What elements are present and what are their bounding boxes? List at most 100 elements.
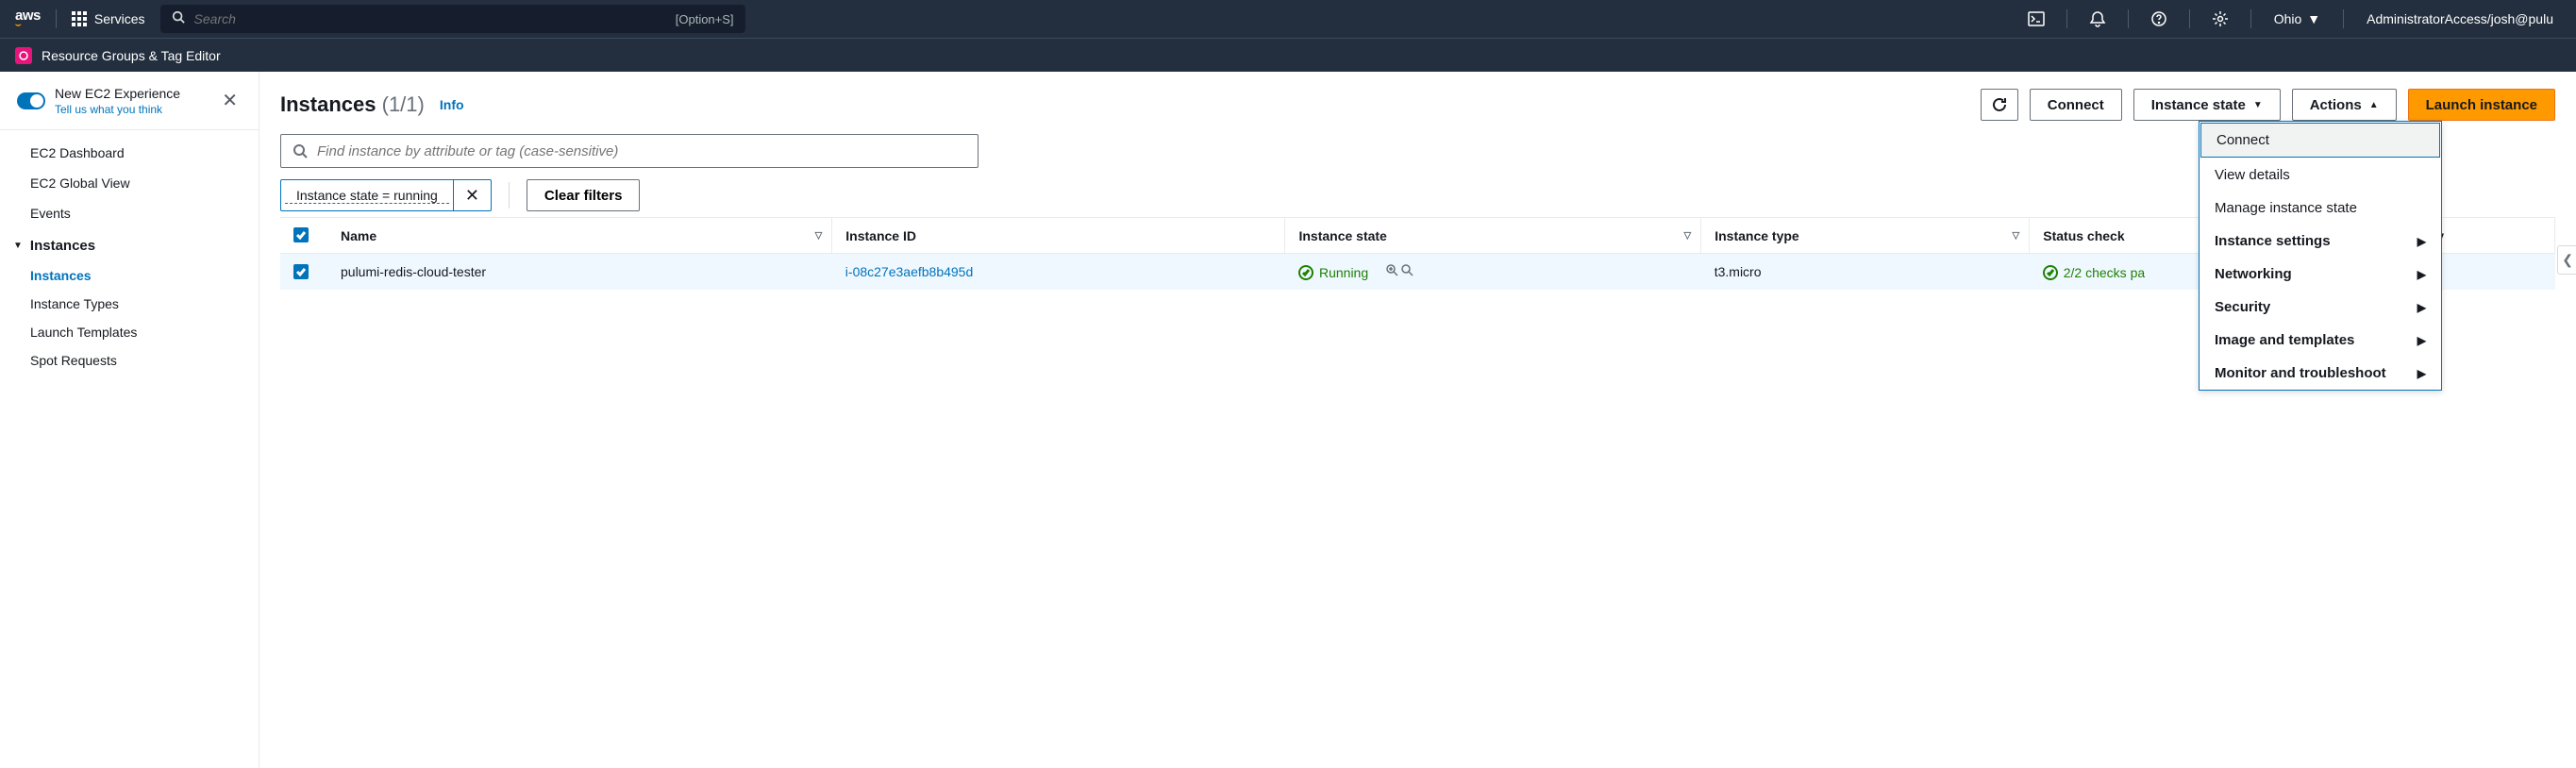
cell-instance-id[interactable]: i-08c27e3aefb8b495d [832,254,1285,291]
actions-menu: Connect View details Manage instance sta… [2199,121,2442,391]
region-selector[interactable]: Ohio ▼ [2267,11,2328,26]
new-exp-feedback-link[interactable]: Tell us what you think [55,103,180,116]
filter-chip: Instance state = running ✕ [280,179,492,211]
header-label: Name [341,228,376,243]
region-label: Ohio [2274,11,2302,26]
row-checkbox[interactable] [293,264,309,279]
clear-filters-button[interactable]: Clear filters [527,179,641,211]
resource-groups-icon [15,47,32,64]
instance-state-label: Instance state [2151,97,2246,113]
divider [2189,9,2190,28]
instance-state-button[interactable]: Instance state ▼ [2133,89,2281,121]
cell-state: Running [1285,254,1701,291]
chevron-right-icon: ▶ [2417,367,2426,380]
menu-item-image-templates[interactable]: Image and templates ▶ [2200,324,2441,357]
aws-logo[interactable]: aws ⌣ [15,8,41,30]
divider [0,129,259,130]
menu-label: Security [2215,299,2270,315]
refresh-icon [1991,96,2008,113]
expand-panel-icon[interactable]: ❮ [2557,245,2576,275]
remove-filter-icon[interactable]: ✕ [453,180,491,210]
account-label[interactable]: AdministratorAccess/josh@pulu [2359,11,2561,26]
search-icon [293,143,308,159]
chevron-right-icon: ▶ [2417,235,2426,248]
info-link[interactable]: Info [440,97,464,112]
zoom-in-icon [1385,263,1398,276]
col-name[interactable]: Name▽ [327,218,832,254]
col-instance-type[interactable]: Instance type ▽ [1701,218,2030,254]
top-header: aws ⌣ Services [Option+S] Ohio ▼ Adminis… [0,0,2576,38]
cell-type: t3.micro [1701,254,2030,291]
checkbox-icon[interactable] [293,227,309,242]
sub-header-label[interactable]: Resource Groups & Tag Editor [42,48,221,63]
instance-filter[interactable] [280,134,979,168]
sidebar-group-instances[interactable]: ▼ Instances [0,228,259,261]
menu-item-monitor[interactable]: Monitor and troubleshoot▶ [2200,357,2441,390]
new-exp-title: New EC2 Experience [55,86,180,101]
divider [2343,9,2344,28]
menu-label: Connect [2216,132,2269,148]
menu-item-manage-state[interactable]: Manage instance state [2200,192,2441,225]
sidebar-item-global-view[interactable]: EC2 Global View [0,168,259,198]
refresh-button[interactable] [1981,89,2018,121]
chevron-down-icon: ▼ [2307,11,2320,26]
group-label: Instances [30,238,95,254]
page-header: Instances (1/1) Info Connect Instance st… [280,89,2555,121]
header-label: Status check [2043,228,2124,243]
menu-item-instance-settings[interactable]: Instance settings ▶ [2200,225,2441,258]
sort-icon: ▽ [2013,230,2020,241]
header-label: Instance type [1715,228,1798,243]
menu-label: Image and templates [2215,332,2354,348]
services-button[interactable]: Services [72,11,145,26]
menu-label: Instance settings [2215,233,2331,249]
chevron-right-icon: ▶ [2417,268,2426,281]
search-input[interactable] [194,11,666,26]
connect-button[interactable]: Connect [2030,89,2122,121]
page-count: (1/1) [382,92,425,116]
menu-item-view-details[interactable]: View details [2200,159,2441,192]
actions-button[interactable]: Actions ▲ [2292,89,2397,121]
notifications-icon[interactable] [2083,4,2113,34]
chevron-down-icon: ▼ [13,241,23,251]
search-shortcut: [Option+S] [676,12,734,26]
filter-input[interactable] [317,143,966,159]
divider [2250,9,2251,28]
sub-header: Resource Groups & Tag Editor [0,38,2576,72]
chevron-right-icon: ▶ [2417,334,2426,347]
sidebar-item-instance-types[interactable]: Instance Types [0,290,259,318]
divider [509,182,510,209]
close-icon[interactable]: ✕ [218,85,242,116]
main-content: Instances (1/1) Info Connect Instance st… [259,72,2576,768]
settings-icon[interactable] [2205,4,2235,34]
select-all-header[interactable] [280,218,327,254]
menu-item-connect[interactable]: Connect [2200,123,2440,158]
header-label: Instance state [1298,228,1386,243]
launch-instance-button[interactable]: Launch instance [2408,89,2555,121]
menu-item-security[interactable]: Security▶ [2200,291,2441,324]
filter-chip-label: Instance state = running [285,188,449,204]
zoom-icons[interactable] [1385,263,1413,276]
actions-label: Actions [2310,97,2362,113]
sidebar-item-events[interactable]: Events [0,198,259,228]
menu-item-networking[interactable]: Networking ▶ [2200,258,2441,291]
new-experience-toggle[interactable] [17,92,45,109]
state-label: Running [1319,265,1368,280]
connect-label: Connect [2048,97,2104,113]
sidebar-item-instances[interactable]: Instances [0,261,259,290]
zoom-out-icon [1400,263,1413,276]
menu-label: Networking [2215,266,2292,282]
col-instance-state[interactable]: Instance state ▽ [1285,218,1701,254]
divider [2066,9,2067,28]
sort-icon: ▽ [1684,230,1692,241]
sidebar-item-launch-templates[interactable]: Launch Templates [0,318,259,346]
sidebar-item-dashboard[interactable]: EC2 Dashboard [0,138,259,168]
cloudshell-icon[interactable] [2021,4,2051,34]
sidebar-item-spot-requests[interactable]: Spot Requests [0,346,259,375]
chevron-up-icon: ▲ [2369,100,2379,110]
divider [56,9,57,28]
global-search[interactable]: [Option+S] [160,5,745,33]
help-icon[interactable] [2144,4,2174,34]
col-instance-id[interactable]: Instance ID [832,218,1285,254]
chevron-down-icon: ▼ [2253,100,2263,110]
divider [2128,9,2129,28]
